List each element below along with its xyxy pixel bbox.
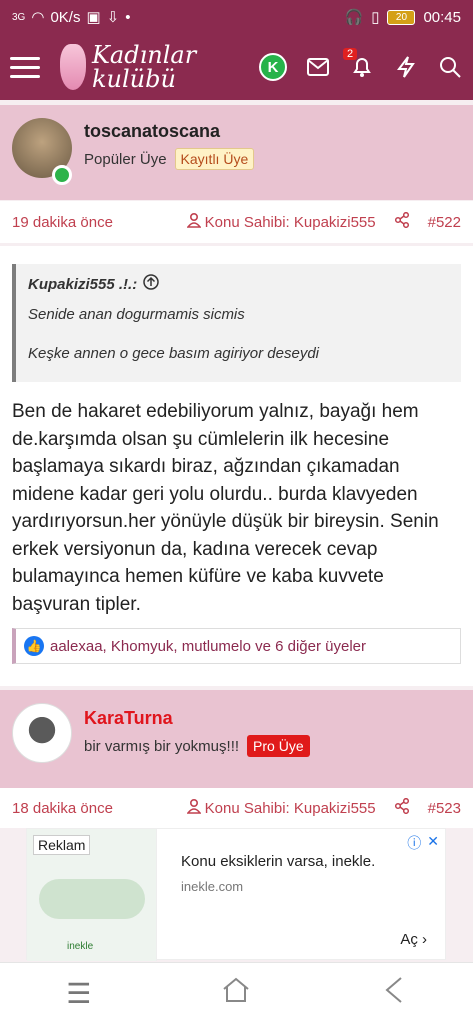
headphones-icon: 🎧 <box>344 9 364 26</box>
dot-icon: • <box>125 8 131 26</box>
back-icon[interactable] <box>364 976 424 1011</box>
status-bar: 3G ◠ 0K/s ▣ ⇩ • 🎧 ▯ 20 00:45 <box>0 0 473 34</box>
ad-label: Reklam <box>33 835 91 855</box>
user-title: Popüler Üye Kayıtlı Üye <box>84 148 255 170</box>
user-title: bir varmış bir yokmuş!!! Pro Üye <box>84 735 310 757</box>
menu-icon[interactable] <box>10 56 40 78</box>
clock: 00:45 <box>423 8 461 26</box>
chevron-right-icon: › <box>422 931 427 948</box>
info-icon[interactable]: ⓘ <box>407 833 421 853</box>
quote-line: Keşke annen o gece basım agiriyor deseyd… <box>28 345 320 362</box>
notification-badge: 2 <box>343 48 358 60</box>
thread-owner-label: Konu Sahibi: Kupakizi555 <box>204 213 376 231</box>
speed-label: 0K/s <box>50 8 81 26</box>
post-time[interactable]: 19 dakika önce <box>12 214 113 231</box>
user-icon <box>186 798 202 818</box>
app-bar: Kadınlar kulübü K 2 <box>0 34 473 100</box>
user-avatar[interactable]: K <box>259 53 287 81</box>
bell-icon[interactable]: 2 <box>343 48 375 80</box>
avatar[interactable] <box>12 703 72 763</box>
arrow-up-circle-icon[interactable] <box>143 274 159 294</box>
map-graphic <box>39 879 145 919</box>
quote-block[interactable]: Kupakizi555 .!.: Senide anan dogurmamis … <box>12 264 461 382</box>
ad-title[interactable]: Konu eksiklerin varsa, inekle. <box>181 853 375 870</box>
logo-line1: Kadınlar <box>92 41 197 69</box>
user-rank: bir varmış bir yokmuş!!! <box>84 737 240 755</box>
thread-owner: Konu Sahibi: Kupakizi555 <box>186 798 376 818</box>
post-header: toscanatoscana Popüler Üye Kayıtlı Üye <box>0 105 473 200</box>
vibrate-icon: ▯ <box>371 9 380 26</box>
battery-icon: 20 <box>387 9 416 25</box>
system-nav-bar: ☰ <box>0 962 473 1024</box>
recents-icon[interactable]: ☰ <box>49 977 109 1010</box>
quote-author: Kupakizi555 .!.: <box>28 275 138 293</box>
home-icon[interactable] <box>206 976 266 1011</box>
post-time[interactable]: 18 dakika önce <box>12 800 113 817</box>
bolt-icon[interactable] <box>393 54 419 80</box>
post-number[interactable]: #523 <box>428 800 461 817</box>
thread-owner-label: Konu Sahibi: Kupakizi555 <box>204 799 376 817</box>
logo-mark-icon <box>60 44 86 90</box>
close-icon[interactable]: ✕ <box>427 833 439 853</box>
ad-controls: ⓘ ✕ <box>407 833 439 853</box>
quote-line: Senide anan dogurmamis sicmis <box>28 306 245 323</box>
post-body: Ben de hakaret edebiliyorum yalnız, baya… <box>12 401 439 615</box>
download-icon: ⇩ <box>106 9 120 26</box>
ad-open-button[interactable]: Aç › <box>400 931 427 948</box>
post-content: Kupakizi555 .!.: Senide anan dogurmamis … <box>0 246 473 686</box>
like-icon: 👍 <box>24 636 44 656</box>
username[interactable]: KaraTurna <box>84 708 173 729</box>
ad-banner[interactable]: inekle Reklam ⓘ ✕ Konu eksiklerin varsa,… <box>26 828 446 961</box>
user-rank: Popüler Üye <box>84 150 167 168</box>
username[interactable]: toscanatoscana <box>84 121 220 142</box>
online-indicator-icon <box>52 165 72 185</box>
ad-brand: inekle <box>67 941 94 952</box>
reactions-text[interactable]: aalexaa, Khomyuk, mutlumelo ve 6 diğer ü… <box>50 638 366 655</box>
image-icon: ▣ <box>86 9 101 26</box>
wifi-icon: ◠ <box>31 9 45 26</box>
logo-line2: kulübü <box>92 65 176 93</box>
ad-domain: inekle.com <box>181 879 244 894</box>
post-meta: 19 dakika önce Konu Sahibi: Kupakizi555 … <box>0 201 473 243</box>
post-number[interactable]: #522 <box>428 214 461 231</box>
post-meta: 18 dakika önce Konu Sahibi: Kupakizi555 … <box>0 788 473 828</box>
network-label: 3G <box>12 11 26 23</box>
member-badge: Pro Üye <box>247 735 310 757</box>
thread-owner: Konu Sahibi: Kupakizi555 <box>186 212 376 232</box>
mail-icon[interactable] <box>305 54 331 80</box>
ad-open-label: Aç <box>400 931 418 948</box>
site-logo[interactable]: Kadınlar kulübü <box>60 43 196 91</box>
member-badge: Kayıtlı Üye <box>174 148 255 170</box>
reactions-bar[interactable]: 👍 aalexaa, Khomyuk, mutlumelo ve 6 diğer… <box>12 628 461 664</box>
search-icon[interactable] <box>437 54 463 80</box>
share-icon[interactable] <box>392 211 412 232</box>
share-icon[interactable] <box>392 797 412 818</box>
post-header: KaraTurna bir varmış bir yokmuş!!! Pro Ü… <box>0 690 473 788</box>
user-icon <box>186 212 202 232</box>
